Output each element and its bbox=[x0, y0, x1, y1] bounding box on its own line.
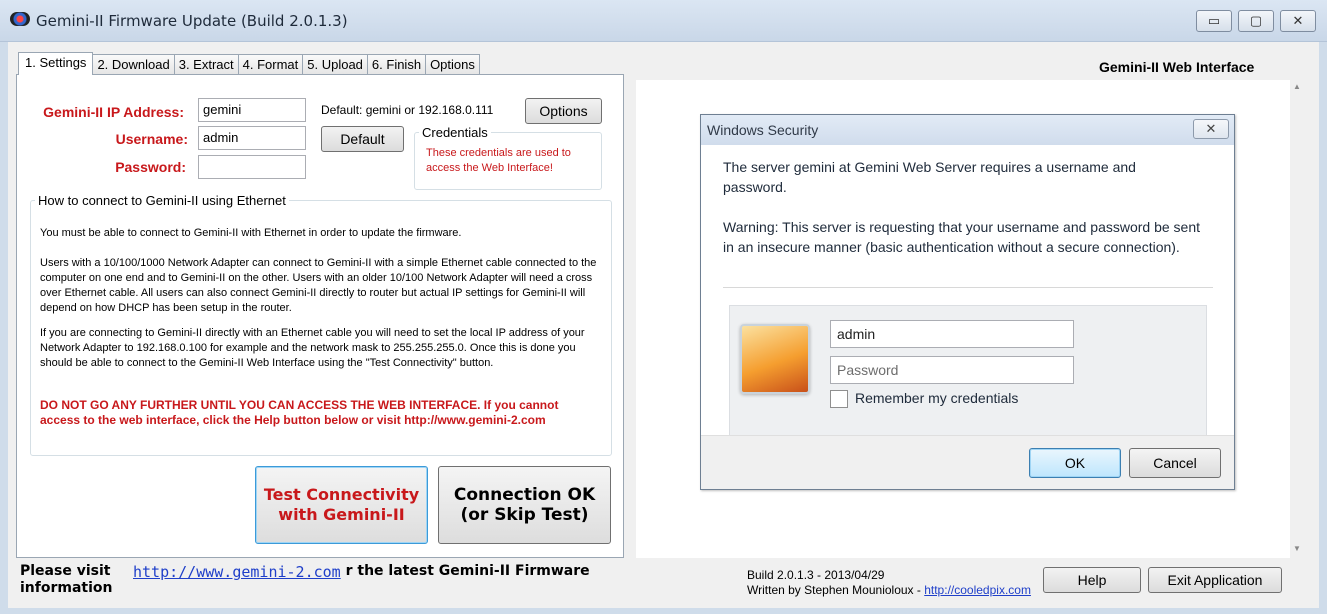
default-button[interactable]: Default bbox=[321, 126, 404, 152]
tab-format[interactable]: 4. Format bbox=[237, 54, 304, 75]
dialog-title: Windows Security bbox=[701, 115, 1234, 145]
tab-download[interactable]: 2. Download bbox=[92, 54, 175, 75]
build-version: Build 2.0.1.3 - 2013/04/29 bbox=[747, 568, 885, 582]
web-scrollbar[interactable]: ▲ ▼ bbox=[1290, 80, 1304, 558]
close-button[interactable]: ✕ bbox=[1280, 10, 1316, 32]
test-connectivity-button[interactable]: Test Connectivity with Gemini-II bbox=[255, 466, 428, 544]
maximize-button[interactable]: ▢ bbox=[1238, 10, 1274, 32]
ip-address-input[interactable]: gemini bbox=[198, 98, 306, 122]
howto-warning: DO NOT GO ANY FURTHER UNTIL YOU CAN ACCE… bbox=[40, 398, 559, 427]
app-icon bbox=[10, 12, 30, 26]
test-connectivity-line1: Test Connectivity bbox=[263, 485, 420, 504]
author-line: Written by Stephen Mounioloux - http://c… bbox=[747, 583, 1031, 598]
howto-title: How to connect to Gemini-II using Ethern… bbox=[35, 193, 289, 208]
dialog-message: The server gemini at Gemini Web Server r… bbox=[723, 159, 1136, 195]
howto-paragraph-2: Users with a 10/100/1000 Network Adapter… bbox=[40, 257, 597, 314]
remember-credentials-label: Remember my credentials bbox=[855, 390, 1019, 406]
footer-note-line2: information bbox=[20, 580, 113, 596]
dialog-body: The server gemini at Gemini Web Server r… bbox=[701, 145, 1234, 443]
connection-ok-line1: Connection OK bbox=[453, 485, 596, 505]
tab-strip: 1. Settings 2. Download 3. Extract 4. Fo… bbox=[18, 52, 480, 75]
website-link[interactable]: http://www.gemini-2.com bbox=[133, 563, 345, 581]
dialog-warning: Warning: This server is requesting that … bbox=[723, 219, 1201, 255]
footer-note-line1: Please visit bbox=[20, 563, 111, 579]
connection-ok-button[interactable]: Connection OK (or Skip Test) bbox=[438, 466, 611, 544]
title-bar: Gemini-II Firmware Update (Build 2.0.1.3… bbox=[0, 0, 1327, 42]
options-button[interactable]: Options bbox=[525, 98, 602, 124]
dialog-ok-button[interactable]: OK bbox=[1029, 448, 1121, 478]
default-hint: Default: gemini or 192.168.0.111 bbox=[321, 103, 494, 117]
credentials-note: These credentials are used to access the… bbox=[426, 147, 571, 174]
dialog-separator bbox=[723, 287, 1213, 288]
windows-security-dialog: Windows Security ✕ The server gemini at … bbox=[700, 114, 1235, 490]
credentials-title: Credentials bbox=[419, 125, 491, 140]
exit-application-button[interactable]: Exit Application bbox=[1148, 567, 1282, 593]
window-title: Gemini-II Firmware Update (Build 2.0.1.3… bbox=[36, 12, 348, 30]
tab-extract[interactable]: 3. Extract bbox=[173, 54, 239, 75]
tab-upload[interactable]: 5. Upload bbox=[302, 54, 368, 75]
test-connectivity-line2: with Gemini-II bbox=[278, 505, 405, 524]
connection-ok-line2: (or Skip Test) bbox=[460, 505, 589, 525]
password-input[interactable] bbox=[198, 155, 306, 179]
author-link[interactable]: http://cooledpix.com bbox=[924, 583, 1031, 597]
dialog-password-input[interactable]: Password bbox=[830, 356, 1074, 384]
footer-tail-text: or the latest Gemini-II Firmware bbox=[336, 563, 590, 579]
credential-tile: admin Password Remember my credentials bbox=[729, 305, 1207, 443]
user-picture-icon bbox=[740, 324, 810, 394]
tab-finish[interactable]: 6. Finish bbox=[366, 54, 427, 75]
scroll-down-arrow-icon[interactable]: ▼ bbox=[1292, 544, 1302, 553]
author-text: Written by Stephen Mounioloux - bbox=[747, 583, 925, 597]
close-icon: ✕ bbox=[1205, 121, 1217, 136]
remember-credentials-checkbox[interactable] bbox=[830, 390, 848, 408]
dialog-close-button[interactable]: ✕ bbox=[1193, 119, 1229, 139]
password-label: Password: bbox=[115, 159, 186, 175]
username-label: Username: bbox=[115, 131, 188, 147]
help-button[interactable]: Help bbox=[1043, 567, 1141, 593]
dialog-cancel-button[interactable]: Cancel bbox=[1129, 448, 1221, 478]
tab-options[interactable]: Options bbox=[425, 54, 480, 75]
howto-paragraph-1: You must be able to connect to Gemini-II… bbox=[40, 227, 462, 239]
build-info: Build 2.0.1.3 - 2013/04/29 Written by St… bbox=[747, 568, 1031, 598]
minimize-button[interactable]: ▭ bbox=[1196, 10, 1232, 32]
howto-paragraph-3: If you are connecting to Gemini-II direc… bbox=[40, 327, 585, 369]
footer-note: Please visit information bbox=[20, 563, 113, 597]
web-interface-header: Gemini-II Web Interface bbox=[1099, 59, 1255, 75]
scroll-up-arrow-icon[interactable]: ▲ bbox=[1292, 82, 1302, 91]
dialog-username-input[interactable]: admin bbox=[830, 320, 1074, 348]
username-input[interactable]: admin bbox=[198, 126, 306, 150]
dialog-footer: OK Cancel bbox=[701, 435, 1234, 489]
ip-address-label: Gemini-II IP Address: bbox=[43, 104, 184, 120]
tab-settings[interactable]: 1. Settings bbox=[18, 52, 94, 75]
